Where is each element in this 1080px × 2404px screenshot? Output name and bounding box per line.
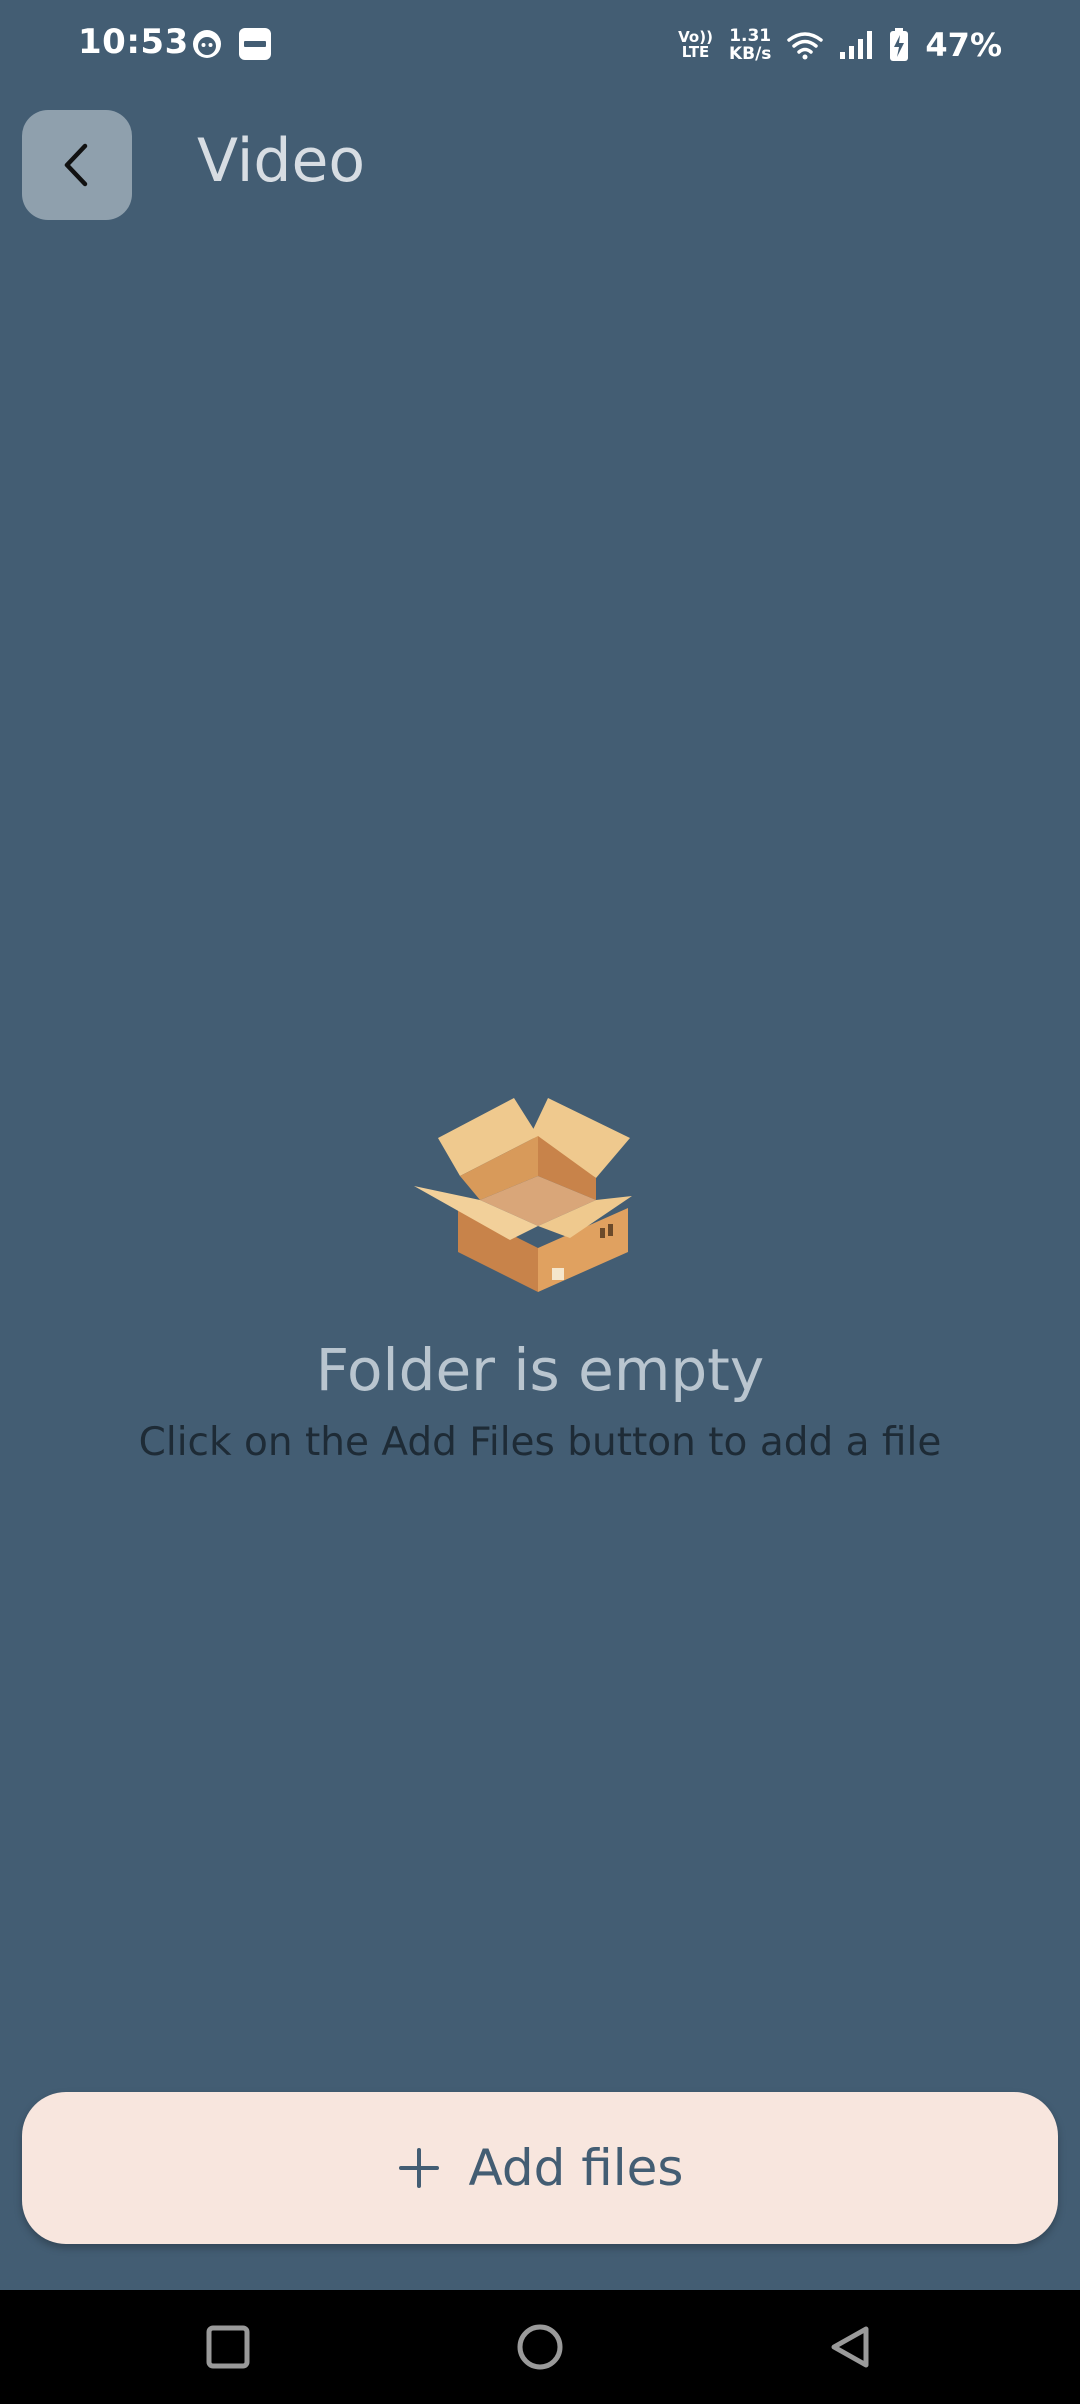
battery-charging-icon <box>890 28 909 61</box>
add-files-label: Add files <box>468 2139 684 2197</box>
status-bar: 10:53 Vo)) LTE 1.31 KB/s 47% <box>0 0 1080 92</box>
add-files-button[interactable]: Add files <box>22 2092 1058 2244</box>
home-button[interactable] <box>500 2307 580 2387</box>
plus-icon <box>398 2148 439 2188</box>
nav-back-button[interactable] <box>810 2307 890 2387</box>
status-icons: Vo)) LTE 1.31 KB/s 47% <box>678 20 1002 70</box>
notification-app-icon <box>193 30 221 58</box>
screen: 10:53 Vo)) LTE 1.31 KB/s 47% Video Folde… <box>0 0 1080 2404</box>
recents-button[interactable] <box>188 2307 268 2387</box>
circle-icon <box>517 2324 563 2370</box>
chevron-left-icon <box>64 143 88 187</box>
square-icon <box>206 2325 250 2369</box>
signal-icon <box>840 31 873 59</box>
network-speed: 1.31 KB/s <box>728 26 772 64</box>
status-time: 10:53 <box>78 22 189 62</box>
back-button[interactable] <box>22 110 132 220</box>
empty-state-subtitle: Click on the Add Files button to add a f… <box>138 1420 942 1465</box>
battery-percent: 47% <box>925 26 1002 64</box>
triangle-back-icon <box>831 2326 869 2368</box>
empty-state-title: Folder is empty <box>315 1336 765 1404</box>
volte-indicator: Vo)) LTE <box>678 28 713 61</box>
paytm-icon <box>239 28 271 60</box>
page-title: Video <box>197 126 366 196</box>
open-box-icon <box>414 1098 632 1292</box>
system-nav-bar <box>0 2290 1080 2404</box>
wifi-icon <box>787 32 824 60</box>
